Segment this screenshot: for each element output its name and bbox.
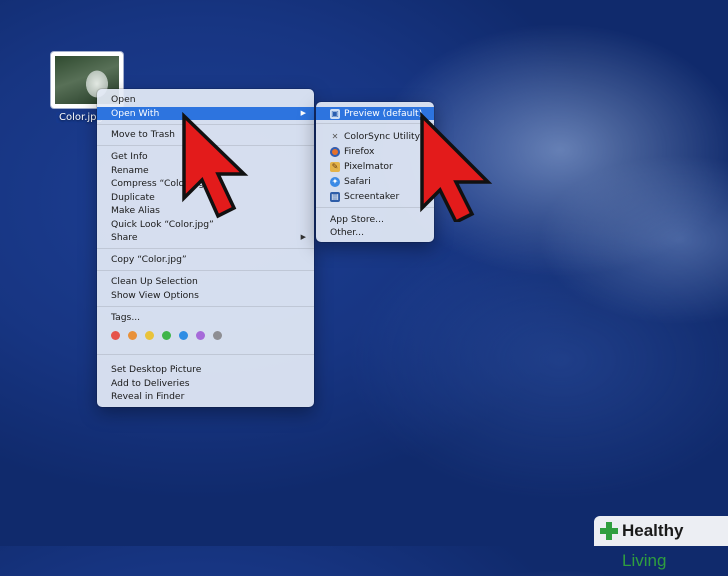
menu-item-label: Set Desktop Picture bbox=[111, 364, 202, 375]
menu-item-show-view-options[interactable]: Show View Options bbox=[97, 289, 314, 302]
watermark-brand-light: Living bbox=[622, 551, 667, 570]
plus-logo-icon bbox=[600, 522, 618, 540]
submenu-item-label: Screentaker bbox=[344, 191, 400, 202]
healthy-living-watermark: Healthy Living bbox=[594, 516, 728, 570]
menu-item-label: Open With bbox=[111, 108, 160, 119]
pointer-arrow-icon bbox=[420, 112, 493, 222]
submenu-item-label: ColorSync Utility bbox=[344, 131, 421, 142]
menu-item-label: Tags... bbox=[111, 312, 141, 323]
firefox-icon bbox=[330, 147, 340, 157]
menu-item-label: Copy “Color.jpg” bbox=[111, 254, 187, 265]
colorsync-icon: ✕ bbox=[331, 132, 339, 141]
menu-item-copy[interactable]: Copy “Color.jpg” bbox=[97, 253, 314, 266]
tag-red-dot[interactable] bbox=[111, 331, 120, 340]
menu-item-share[interactable]: Share ▶ bbox=[97, 231, 314, 244]
pixelmator-icon: ✎ bbox=[330, 162, 340, 172]
menu-item-label: Get Info bbox=[111, 151, 148, 162]
menu-divider bbox=[97, 270, 314, 271]
tag-orange-dot[interactable] bbox=[128, 331, 137, 340]
menu-item-label: Rename bbox=[111, 165, 149, 176]
menu-item-label: Add to Deliveries bbox=[111, 378, 190, 389]
submenu-item-other[interactable]: Other... bbox=[316, 226, 434, 239]
menu-item-label: Share bbox=[111, 232, 138, 243]
submenu-arrow-icon: ▶ bbox=[300, 233, 306, 241]
submenu-item-label: Other... bbox=[330, 227, 365, 238]
menu-item-label: Clean Up Selection bbox=[111, 276, 198, 287]
submenu-item-label: Firefox bbox=[344, 146, 375, 157]
pointer-arrow-icon bbox=[182, 112, 249, 219]
menu-item-label: Reveal in Finder bbox=[111, 391, 185, 402]
menu-item-label: Show View Options bbox=[111, 290, 199, 301]
screentaker-icon: ▤ bbox=[330, 192, 340, 202]
submenu-item-label: Safari bbox=[344, 176, 371, 187]
preview-icon: ▣ bbox=[330, 109, 340, 119]
tag-blue-dot[interactable] bbox=[179, 331, 188, 340]
tag-gray-dot[interactable] bbox=[213, 331, 222, 340]
menu-item-set-desktop-picture[interactable]: Set Desktop Picture bbox=[97, 363, 314, 376]
watermark-brand-bold: Healthy bbox=[622, 521, 684, 540]
safari-icon: ✦ bbox=[330, 177, 340, 187]
tag-green-dot[interactable] bbox=[162, 331, 171, 340]
submenu-arrow-icon: ▶ bbox=[300, 109, 306, 117]
menu-item-label: Make Alias bbox=[111, 205, 160, 216]
menu-item-label: Open bbox=[111, 94, 136, 105]
menu-item-tags[interactable]: Tags... bbox=[97, 311, 314, 324]
menu-item-label: Duplicate bbox=[111, 192, 155, 203]
menu-divider bbox=[97, 306, 314, 307]
submenu-item-label: App Store... bbox=[330, 214, 384, 225]
tag-yellow-dot[interactable] bbox=[145, 331, 154, 340]
submenu-item-label: Pixelmator bbox=[344, 161, 393, 172]
submenu-item-label: Preview (default) bbox=[344, 108, 423, 119]
menu-item-add-to-deliveries[interactable]: Add to Deliveries bbox=[97, 377, 314, 390]
tag-purple-dot[interactable] bbox=[196, 331, 205, 340]
menu-item-label: Move to Trash bbox=[111, 129, 175, 140]
menu-item-clean-up-selection[interactable]: Clean Up Selection bbox=[97, 275, 314, 288]
menu-item-open[interactable]: Open bbox=[97, 93, 314, 106]
menu-item-reveal-in-finder[interactable]: Reveal in Finder bbox=[97, 390, 314, 403]
menu-divider bbox=[97, 354, 314, 355]
menu-divider bbox=[97, 248, 314, 249]
